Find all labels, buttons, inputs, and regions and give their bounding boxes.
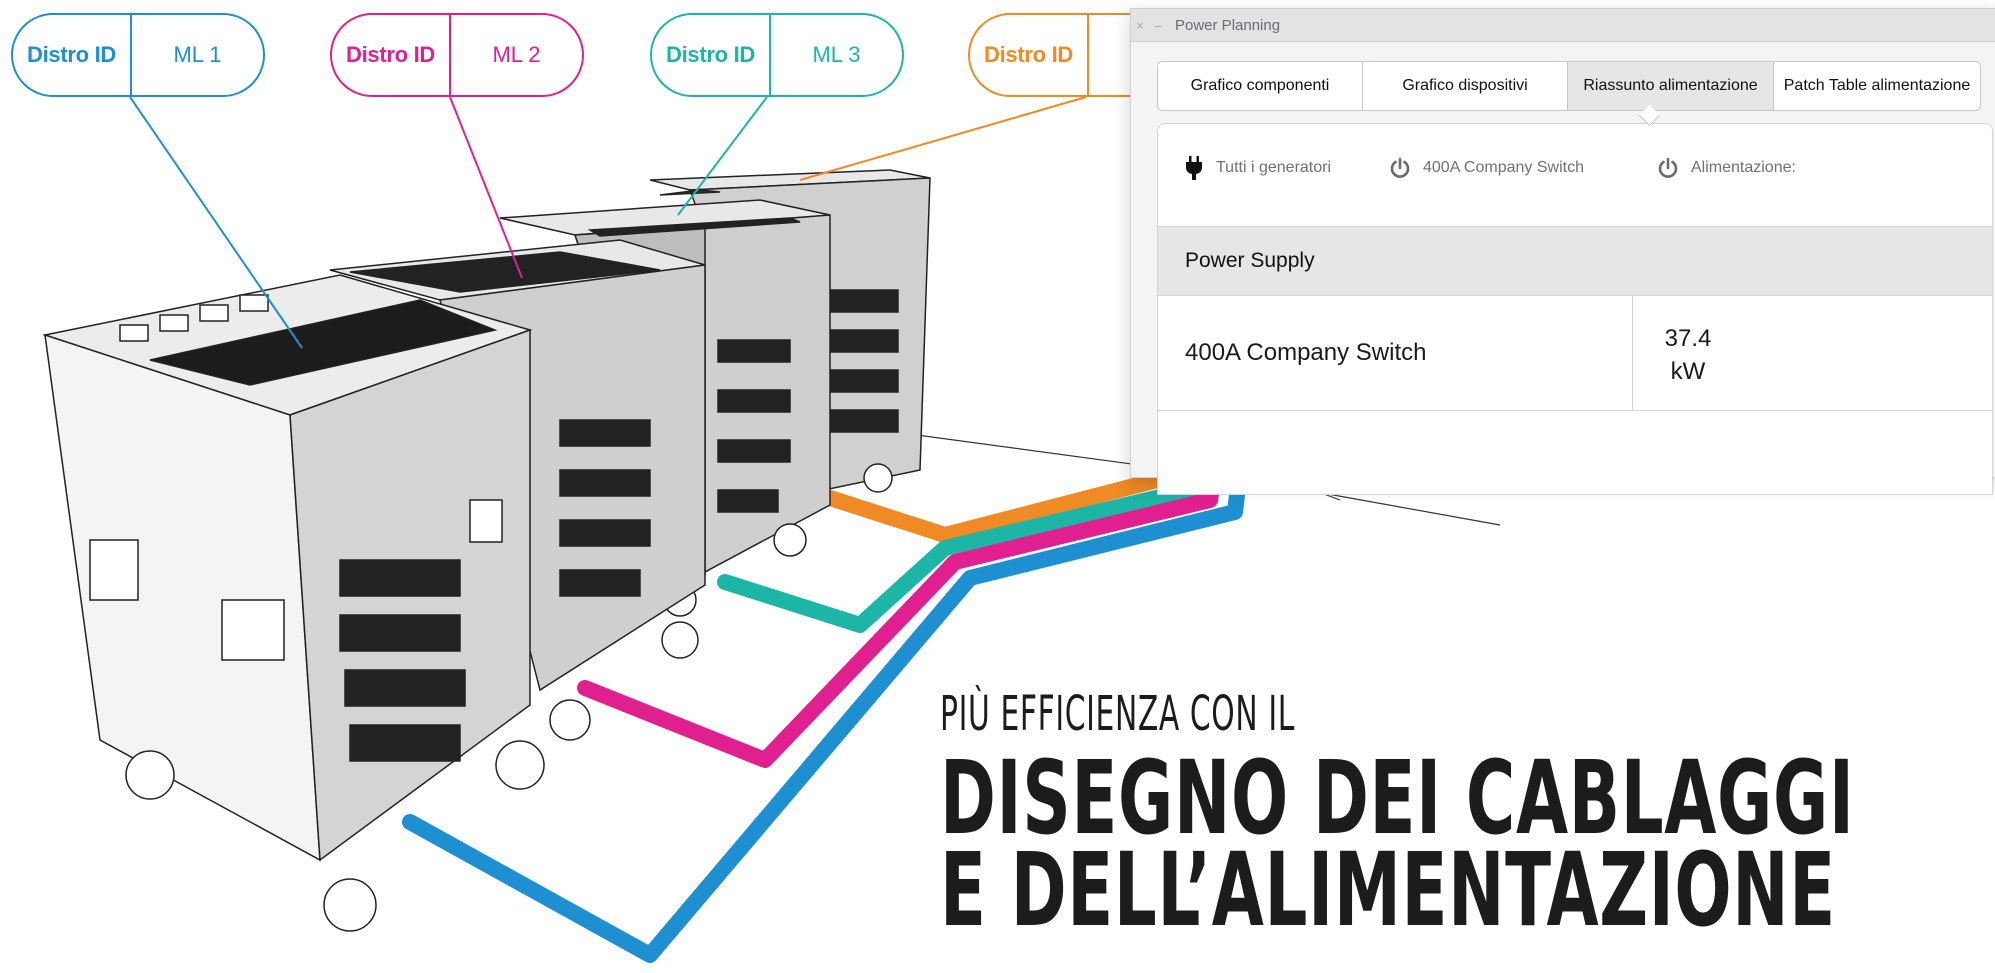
distro-id-value: ML 2 [492, 42, 541, 67]
section-header-power-supply: Power Supply [1158, 226, 1992, 296]
switch-filter[interactable]: 400A Company Switch [1389, 157, 1657, 179]
distro-callout-ml1: Distro ID ML 1 [11, 13, 265, 97]
filter-bar: Tutti i generatori 400A Company Switch A… [1184, 156, 1796, 180]
headline-line-3: E DELL’ALIMENTAZIONE [940, 831, 1836, 950]
distro-id-label: Distro ID [27, 42, 116, 67]
tab-grafico-dispositivi[interactable]: Grafico dispositivi [1363, 62, 1568, 110]
row-switch-name: 400A Company Switch [1185, 339, 1427, 366]
row-power-value: 37.4 kW [1664, 325, 1712, 385]
power-filter-label: Alimentazione: [1691, 159, 1796, 176]
generators-filter[interactable]: Tutti i generatori [1184, 156, 1389, 180]
section-header-label: Power Supply [1185, 249, 1315, 272]
rack-ml1 [42, 274, 545, 932]
power-icon [1390, 157, 1410, 178]
window-title: Power Planning [1175, 16, 1281, 34]
power-icon [1658, 157, 1678, 178]
distro-id-value: ML 3 [812, 42, 861, 67]
power-summary-panel: Tutti i generatori 400A Company Switch A… [1157, 123, 1993, 495]
distro-id-value: ML 1 [173, 42, 222, 67]
distro-id-label: Distro ID [984, 42, 1073, 67]
distro-callout-ml2: Distro ID ML 2 [330, 13, 584, 97]
tab-bar: Grafico componenti Grafico dispositivi R… [1157, 61, 1981, 111]
headline-line-1: PIÙ EFFICIENZA CON IL [940, 686, 1295, 742]
window-titlebar[interactable]: × – Power Planning [1131, 9, 1995, 42]
tab-riassunto-alimentazione[interactable]: Riassunto alimentazione [1568, 62, 1774, 110]
generators-filter-label: Tutti i generatori [1216, 159, 1332, 176]
table-row[interactable]: 400A Company Switch 37.4 kW [1158, 296, 1992, 411]
minimize-icon[interactable]: – [1149, 18, 1167, 33]
power-planning-window: × – Power Planning Grafico componenti Gr… [1130, 8, 1995, 495]
distro-callout-ml3: Distro ID ML 3 [650, 13, 904, 97]
tab-patch-table-alimentazione[interactable]: Patch Table alimentazione [1774, 62, 1980, 110]
distro-id-label: Distro ID [666, 42, 755, 67]
power-filter[interactable]: Alimentazione: [1657, 157, 1796, 179]
power-plug-icon [1186, 156, 1202, 180]
distro-id-label: Distro ID [346, 42, 435, 67]
switch-filter-label: 400A Company Switch [1423, 159, 1584, 176]
tab-grafico-componenti[interactable]: Grafico componenti [1158, 62, 1363, 110]
column-divider [1632, 296, 1633, 410]
close-icon[interactable]: × [1131, 18, 1149, 33]
